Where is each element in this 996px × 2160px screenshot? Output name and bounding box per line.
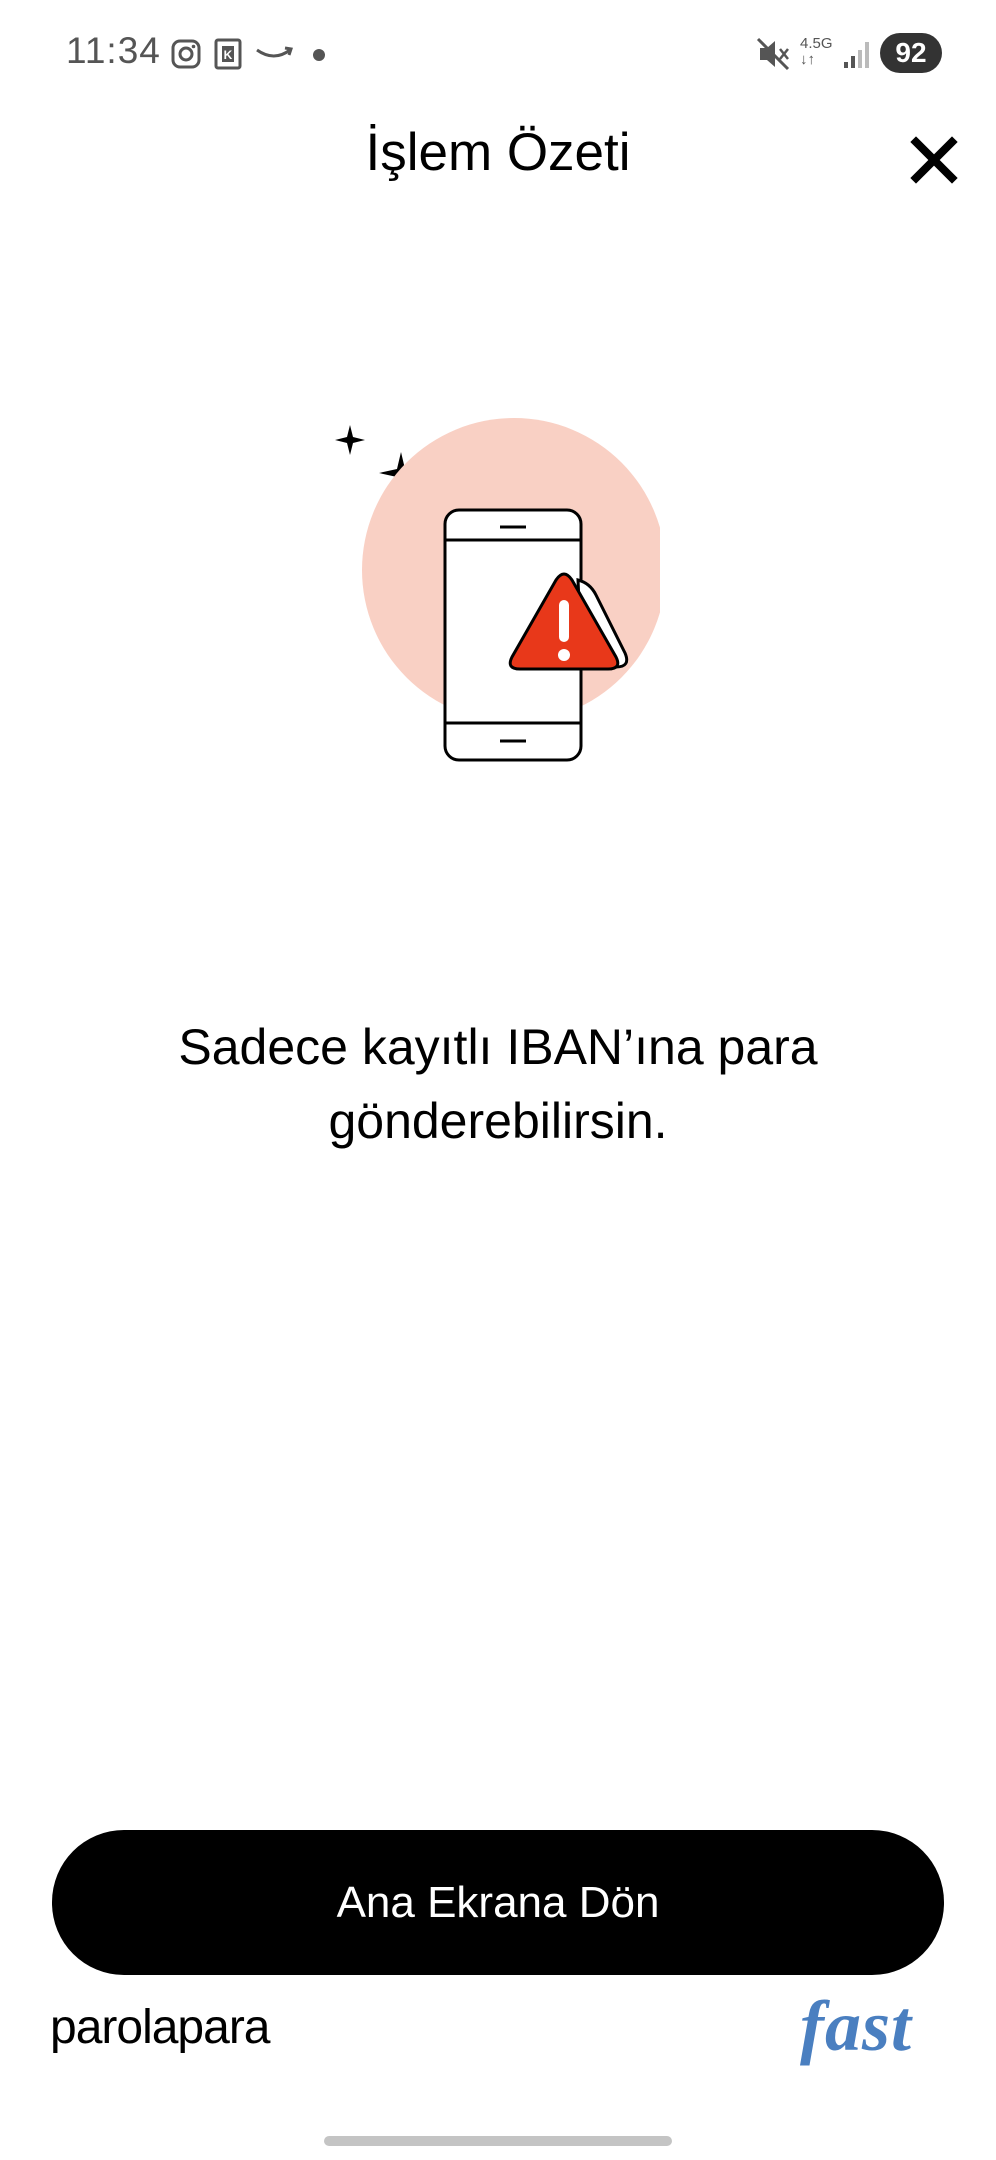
warning-message-line-2: gönderebilirsin. [328, 1093, 668, 1149]
network-type-text: 4.5G [800, 35, 833, 52]
home-indicator[interactable] [324, 2136, 672, 2146]
amazon-icon [256, 46, 293, 58]
warning-message: Sadece kayıtlı IBAN’ına para gönderebili… [100, 1010, 896, 1158]
warning-message-line-1: Sadece kayıtlı IBAN’ına para [178, 1019, 818, 1075]
page-title: İşlem Özeti [365, 123, 631, 182]
network-type-label: 4.5G ↓↑ [800, 36, 833, 68]
signal-icon [844, 42, 869, 68]
data-arrows-icon: ↓↑ [800, 51, 815, 68]
sparkle-small-icon [335, 425, 365, 455]
k-app-icon: K [214, 38, 242, 70]
return-home-button[interactable]: Ana Ekrana Dön [52, 1830, 944, 1975]
status-bar: 11:34 K 4.5G ↓↑ 92 [0, 0, 996, 110]
battery-indicator: 92 [880, 33, 942, 73]
close-button[interactable] [906, 132, 962, 188]
mute-icon [756, 37, 790, 71]
close-icon[interactable] [906, 132, 962, 188]
parolapara-logo: parolapara [50, 2001, 270, 2054]
instagram-icon [171, 39, 201, 69]
notification-dot-icon [313, 49, 325, 61]
status-time: 11:34 [66, 30, 161, 71]
phone-warning-illustration [335, 418, 660, 762]
svg-text:K: K [224, 48, 233, 62]
fast-logo: fast [800, 1986, 912, 2066]
